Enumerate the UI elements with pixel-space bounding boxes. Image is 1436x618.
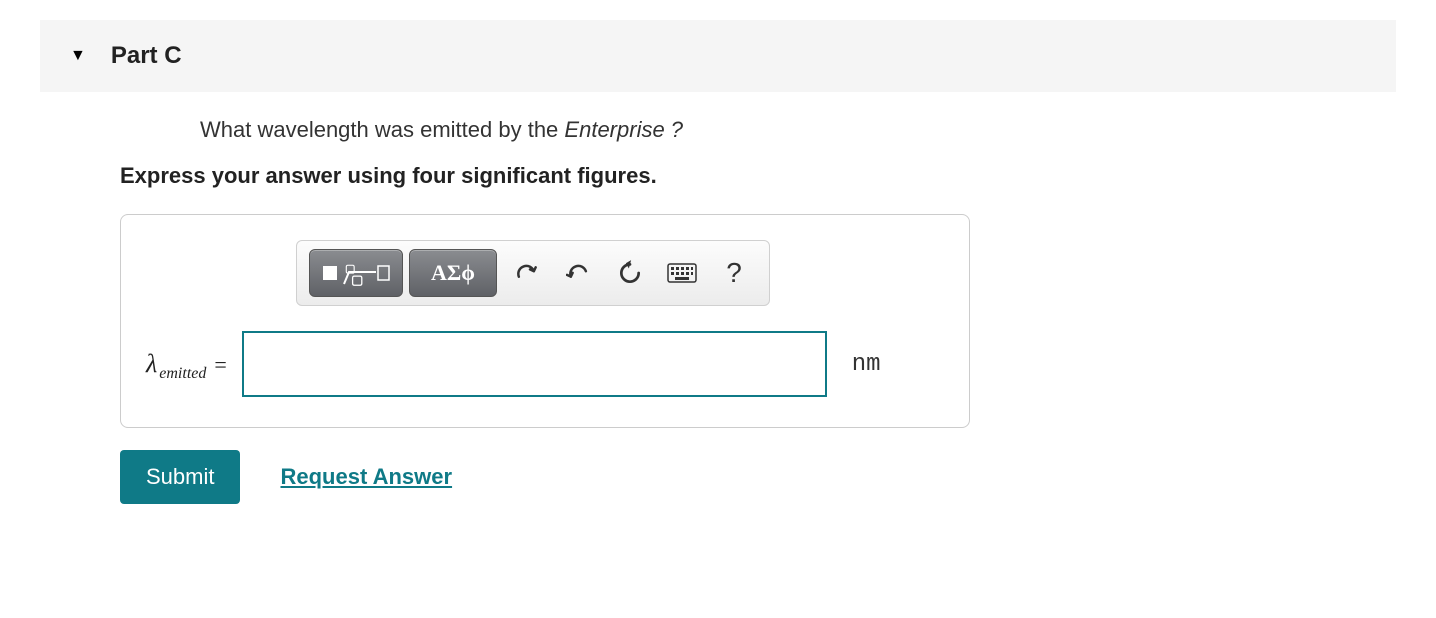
undo-button[interactable] <box>503 250 549 296</box>
question-italic: Enterprise ? <box>564 117 683 142</box>
variable-symbol: λ <box>146 349 157 379</box>
help-button[interactable]: ? <box>711 250 757 296</box>
question-text: What wavelength was emitted by the Enter… <box>200 117 1000 143</box>
unit-label: nm <box>852 351 881 378</box>
part-title: Part C <box>111 42 182 70</box>
request-answer-link[interactable]: Request Answer <box>280 464 452 490</box>
part-header[interactable]: ▼ Part C <box>40 20 1396 92</box>
equation-toolbar: ▢ ▢ ΑΣϕ ? <box>296 240 770 306</box>
answer-box: ▢ ▢ ΑΣϕ ? λemitted <box>120 214 970 428</box>
answer-input[interactable] <box>242 331 827 397</box>
instruction-text: Express your answer using four significa… <box>120 163 1000 189</box>
keyboard-button[interactable] <box>659 250 705 296</box>
collapse-triangle-icon[interactable]: ▼ <box>70 47 86 65</box>
math-templates-button[interactable]: ▢ ▢ <box>309 249 403 297</box>
equals-sign: = <box>214 352 226 378</box>
actions-row: Submit Request Answer <box>120 450 1000 504</box>
submit-button[interactable]: Submit <box>120 450 240 504</box>
input-row: λemitted = nm <box>146 331 944 397</box>
content-area: What wavelength was emitted by the Enter… <box>120 117 1000 504</box>
variable-label: λemitted = <box>146 349 227 379</box>
reset-button[interactable] <box>607 250 653 296</box>
variable-subscript: emitted <box>159 365 206 383</box>
greek-symbols-button[interactable]: ΑΣϕ <box>409 249 497 297</box>
svg-text:▢: ▢ <box>351 272 363 287</box>
redo-button[interactable] <box>555 250 601 296</box>
question-prefix: What wavelength was emitted by the <box>200 117 564 142</box>
